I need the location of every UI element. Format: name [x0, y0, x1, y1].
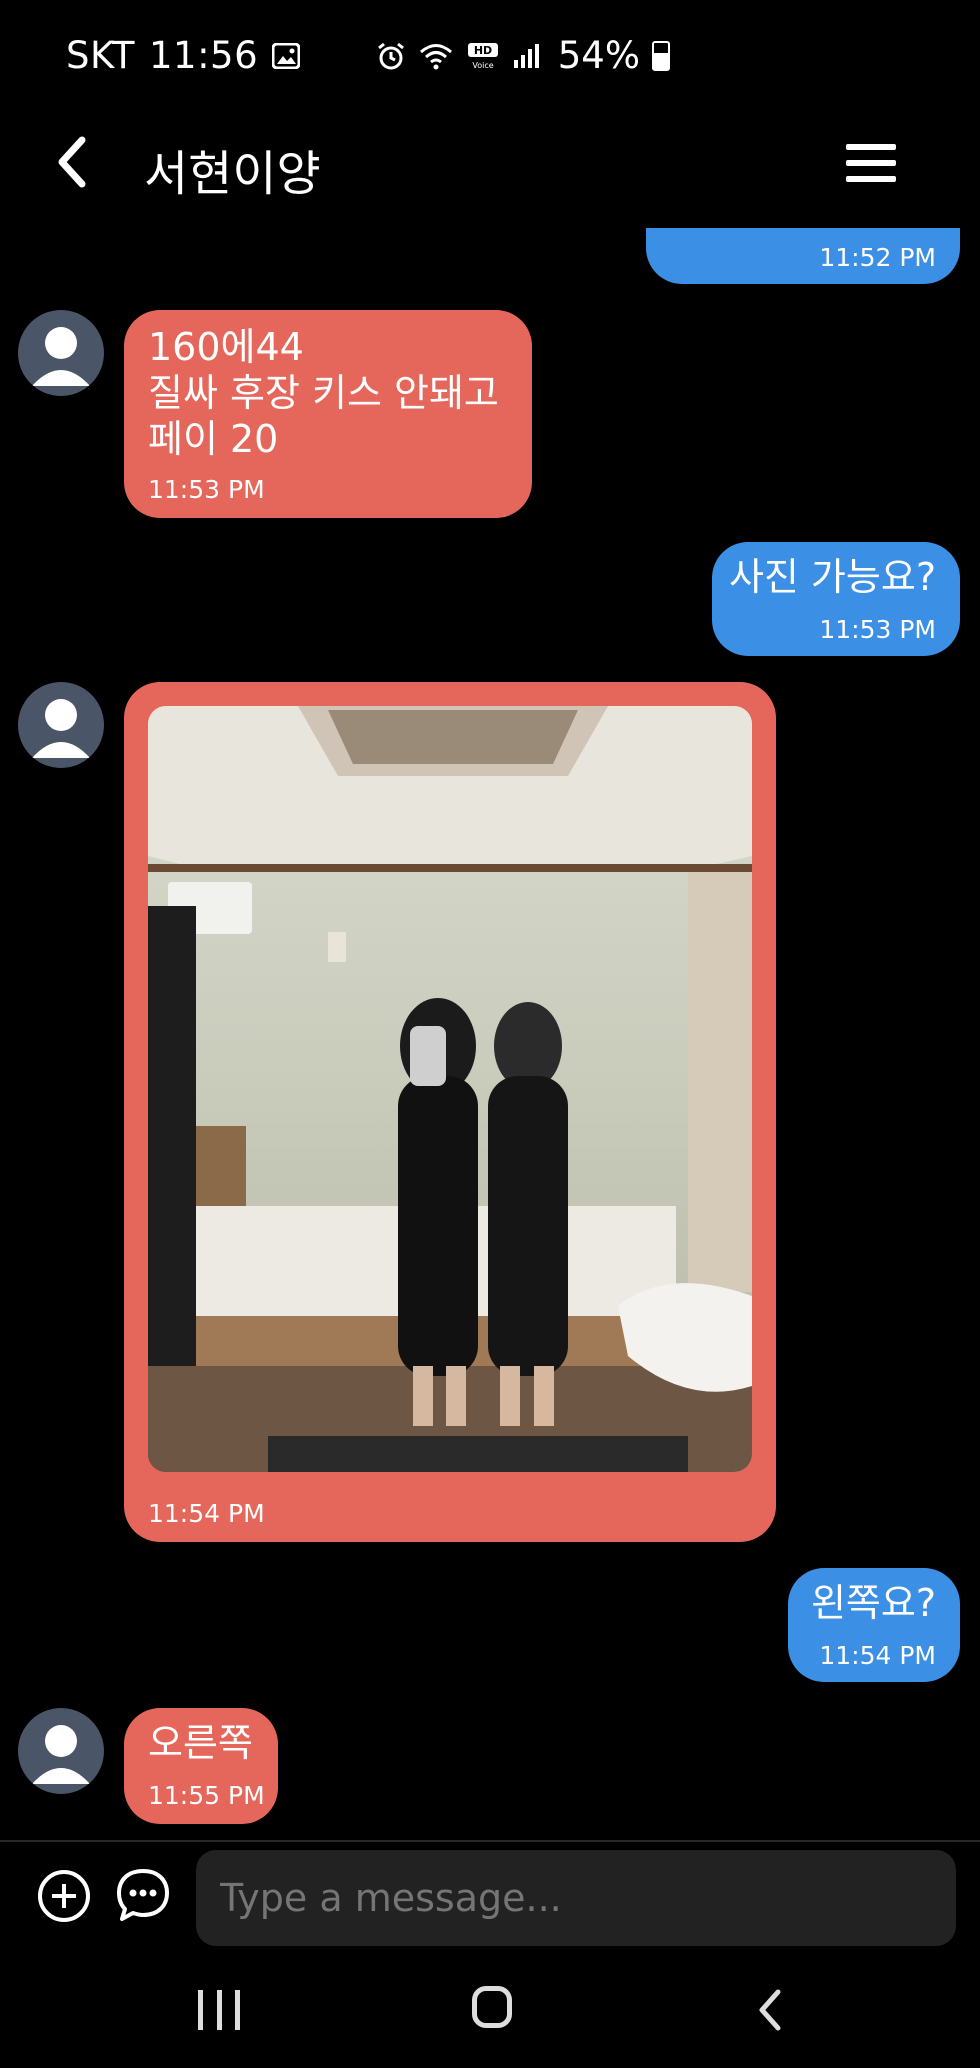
gallery-icon [272, 42, 301, 69]
system-nav-bar [0, 1962, 980, 2068]
message-incoming[interactable]: 오른쪽 11:55 PM [124, 1708, 278, 1824]
message-outgoing[interactable]: 왼쪽요? 11:54 PM [788, 1568, 960, 1682]
chevron-left-icon[interactable] [52, 134, 96, 190]
message-time: 11:53 PM [819, 615, 936, 644]
alarm-icon [377, 42, 404, 69]
status-right: HD Voice 54% [376, 34, 670, 77]
message-time: 11:55 PM [148, 1781, 265, 1810]
message-time: 11:54 PM [819, 1641, 936, 1670]
plus-circle-icon[interactable] [38, 1870, 90, 1922]
photo-attachment[interactable] [148, 706, 752, 1472]
wifi-icon [419, 43, 452, 69]
message-time: 11:53 PM [148, 475, 265, 504]
status-left: SKT 11:56 [66, 34, 301, 77]
home-icon[interactable] [472, 1986, 512, 2028]
room-photo [148, 706, 752, 1472]
composer [0, 1842, 980, 1962]
message-incoming[interactable]: 160에44 질싸 후장 키스 안돼고 페이 20 11:53 PM [124, 310, 532, 518]
status-bar: SKT 11:56 HD Voice 54% [0, 0, 980, 110]
hd-voice-icon: HD Voice [467, 42, 498, 70]
status-time: 11:56 [148, 34, 259, 77]
avatar[interactable] [18, 1708, 104, 1794]
battery-icon [652, 40, 670, 71]
carrier: SKT [66, 34, 135, 77]
recents-icon[interactable] [198, 1990, 240, 2030]
menu-line [846, 160, 896, 166]
message-text: 왼쪽요? [810, 1581, 936, 1625]
avatar[interactable] [18, 310, 104, 396]
message-input[interactable] [196, 1850, 956, 1946]
battery-percent: 54% [557, 34, 640, 77]
message-outgoing[interactable]: 11:52 PM [646, 228, 960, 284]
contact-name: 서현이양 [144, 146, 321, 202]
recents-bar [216, 1990, 222, 2030]
menu-line [846, 176, 896, 182]
hamburger-menu-icon[interactable] [846, 144, 896, 184]
chat-header: 서현이양 [0, 110, 980, 220]
svg-text:HD: HD [474, 44, 492, 57]
message-outgoing[interactable]: 사진 가능요? 11:53 PM [712, 542, 960, 656]
message-time: 11:54 PM [148, 1499, 265, 1528]
svg-text:Voice: Voice [472, 61, 493, 70]
message-text: 사진 가능요? [728, 555, 936, 599]
signal-icon [513, 43, 539, 68]
default-avatar-icon [32, 327, 90, 386]
recents-bar [235, 1990, 240, 2030]
menu-line [846, 144, 896, 150]
nav-back-icon[interactable] [752, 1986, 788, 2034]
message-text: 160에44 질싸 후장 키스 안돼고 페이 20 [148, 325, 499, 461]
chat-bubble-dots-icon[interactable] [114, 1866, 172, 1924]
message-time: 11:52 PM [819, 243, 936, 272]
avatar[interactable] [18, 682, 104, 768]
default-avatar-icon [32, 699, 90, 758]
message-incoming-photo[interactable]: 11:54 PM [124, 682, 776, 1542]
recents-bar [198, 1990, 203, 2030]
message-text: 오른쪽 [148, 1721, 253, 1765]
default-avatar-icon [32, 1725, 90, 1784]
